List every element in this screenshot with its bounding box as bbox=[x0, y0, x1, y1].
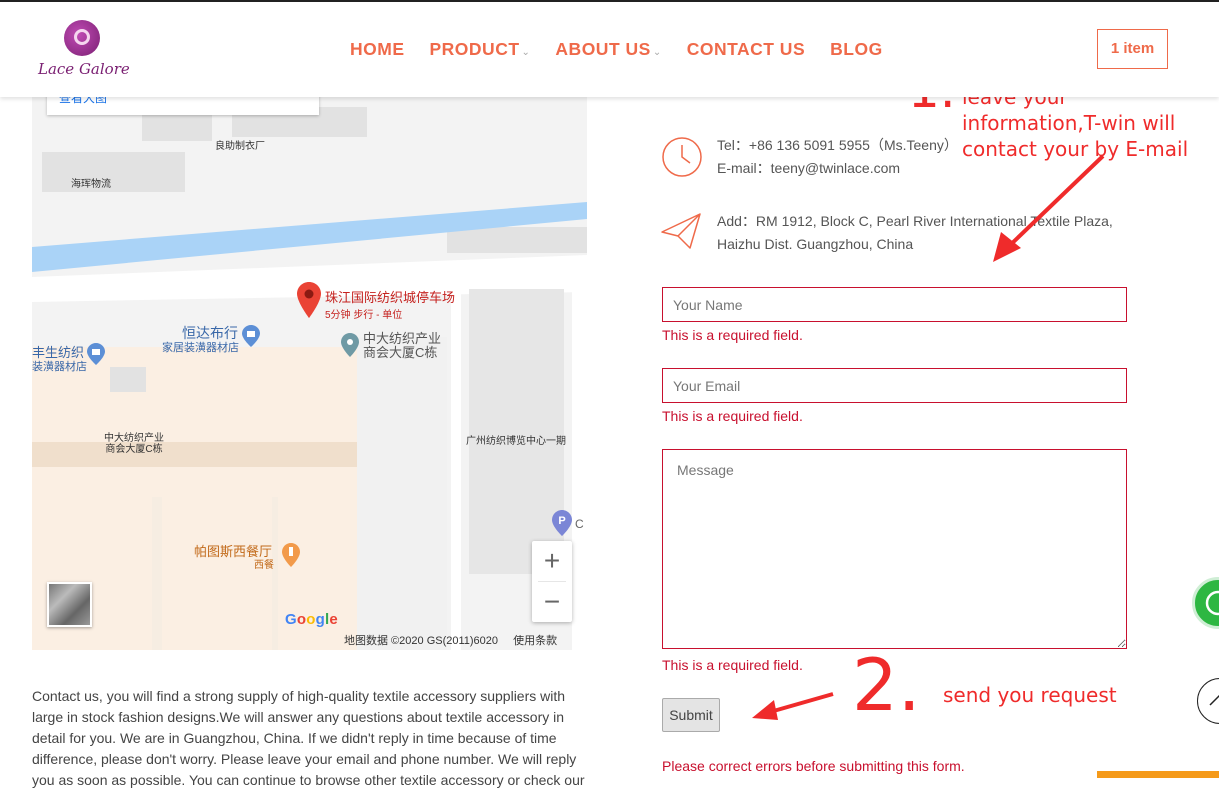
map-poi-zhongda[interactable]: 中大纺织产业 商会大厦C栋 bbox=[363, 332, 441, 360]
building-pin-icon bbox=[341, 333, 359, 357]
message-error: This is a required field. bbox=[662, 657, 803, 673]
paper-plane-icon bbox=[661, 213, 701, 249]
nav-contact-label: CONTACT US bbox=[686, 39, 806, 59]
nav-home-label: HOME bbox=[350, 39, 405, 59]
contact-tel-email: Tel：+86 136 5091 5955（Ms.Teeny） E-mail：t… bbox=[717, 134, 958, 180]
message-field[interactable] bbox=[662, 449, 1127, 649]
whatsapp-chat-button[interactable] bbox=[1192, 577, 1219, 629]
name-error: This is a required field. bbox=[662, 327, 803, 343]
form-error-message: Please correct errors before submitting … bbox=[662, 758, 965, 774]
contact-email[interactable]: E-mail：teeny@twinlace.com bbox=[717, 157, 958, 180]
annotation-arrow-1 bbox=[993, 154, 1105, 262]
map-label: 海珲物流 bbox=[71, 179, 111, 190]
nav-contact-us[interactable]: CONTACT US bbox=[687, 39, 805, 60]
map-street bbox=[152, 497, 162, 650]
nav-about-label: ABOUT US bbox=[555, 39, 651, 59]
nav-product-label: PRODUCT bbox=[429, 39, 520, 59]
map-road-band bbox=[32, 442, 359, 467]
rose-logo-icon bbox=[64, 20, 100, 56]
nav-blog[interactable]: BLOG bbox=[830, 39, 883, 60]
map-poi-parking[interactable]: 珠江国际纺织城停车场 5分钟 步行 - 单位 bbox=[325, 287, 455, 321]
submit-button[interactable]: Submit bbox=[662, 698, 720, 732]
map-embed[interactable]: 查看大图 良助制衣厂 海珲物流 珠江国际纺织城停车场 5分钟 步行 - 单位 恒… bbox=[32, 97, 587, 650]
annotation-arrow-2 bbox=[752, 692, 834, 720]
main-nav: HOME PRODUCT ⌄ ABOUT US ⌄ CONTACT US BLOG bbox=[350, 39, 908, 60]
map-label: C bbox=[575, 517, 584, 531]
nav-product[interactable]: PRODUCT ⌄ bbox=[430, 39, 531, 60]
poi-sublabel: 装潢器材店 bbox=[32, 361, 87, 373]
map-label: 广州纺织博览中心一期 bbox=[466, 436, 566, 447]
contact-intro-paragraph: Contact us, you will find a strong suppl… bbox=[32, 688, 585, 788]
map-terms-link[interactable]: 使用条款 bbox=[513, 635, 557, 647]
satellite-toggle-thumbnail[interactable] bbox=[47, 582, 92, 627]
poi-sublabel: 5分钟 步行 - 单位 bbox=[325, 310, 403, 321]
map-poi-left[interactable]: 丰生纺织 装潢器材店 bbox=[32, 346, 87, 374]
chevron-up-icon bbox=[1209, 694, 1219, 706]
poi-sublabel: 家居装潢器材店 bbox=[162, 342, 239, 354]
chat-widget-tab[interactable] bbox=[1097, 771, 1219, 778]
map-label: 良助制衣厂 bbox=[215, 141, 265, 152]
map-label-zhongda: 中大纺织产业 商会大厦C栋 bbox=[104, 433, 164, 455]
poi-label: 帕图斯西餐厅 bbox=[194, 544, 273, 559]
poi-label: 恒达布行 bbox=[182, 325, 238, 341]
name-field[interactable] bbox=[662, 287, 1127, 322]
site-header: Lace Galore HOME PRODUCT ⌄ ABOUT US ⌄ CONT… bbox=[0, 2, 1219, 97]
map-block bbox=[357, 337, 447, 650]
nav-about-us[interactable]: ABOUT US ⌄ bbox=[555, 39, 661, 60]
site-logo[interactable]: Lace Galore bbox=[38, 20, 130, 80]
chevron-down-icon: ⌄ bbox=[521, 47, 531, 58]
email-field[interactable] bbox=[662, 368, 1127, 403]
shopping-bag-icon bbox=[87, 343, 105, 365]
zoom-in-button[interactable]: + bbox=[532, 541, 572, 581]
map-street bbox=[272, 497, 278, 650]
contact-tel: Tel：+86 136 5091 5955（Ms.Teeny） bbox=[717, 137, 958, 153]
zoom-out-button[interactable]: − bbox=[532, 582, 572, 622]
poi-label: 中大纺织产业 bbox=[363, 331, 442, 346]
annotation-step2-text: send you request bbox=[943, 683, 1117, 707]
whatsapp-icon bbox=[1205, 590, 1219, 616]
view-larger-map-link[interactable]: 查看大图 bbox=[59, 97, 107, 106]
back-to-top-button[interactable] bbox=[1197, 678, 1219, 724]
email-error: This is a required field. bbox=[662, 408, 803, 424]
map-poi-hengda[interactable]: 恒达布行 家居装潢器材店 bbox=[162, 326, 239, 355]
map-label-line: 中大纺织产业 bbox=[104, 433, 164, 444]
map-poi-restaurant[interactable]: 帕图斯西餐厅 西餐 bbox=[194, 545, 274, 573]
annotation-step2-number: 2. bbox=[852, 643, 921, 727]
svg-text:P: P bbox=[558, 515, 565, 527]
chevron-down-icon: ⌄ bbox=[652, 47, 662, 58]
nav-blog-label: BLOG bbox=[830, 39, 883, 59]
map-attribution: 地图数据 ©2020 GS(2011)6020 使用条款 bbox=[344, 632, 569, 648]
google-logo: Google bbox=[285, 611, 338, 628]
map-label-line: 商会大厦C栋 bbox=[105, 444, 163, 455]
map-data-credit: 地图数据 ©2020 GS(2011)6020 bbox=[344, 635, 499, 647]
poi-label: 珠江国际纺织城停车场 bbox=[325, 290, 456, 305]
zoom-control: + − bbox=[532, 541, 572, 622]
poi-sublabel: 商会大厦C栋 bbox=[363, 345, 438, 360]
restaurant-pin-icon bbox=[282, 543, 300, 567]
poi-label: 丰生纺织 bbox=[32, 345, 85, 360]
map-building bbox=[110, 367, 146, 392]
cart-button[interactable]: 1 item bbox=[1097, 29, 1168, 69]
nav-home[interactable]: HOME bbox=[350, 39, 405, 60]
logo-text: Lace Galore bbox=[38, 60, 130, 78]
parking-pin-icon: P bbox=[552, 510, 572, 536]
shopping-bag-icon bbox=[242, 325, 260, 347]
view-larger-map-card[interactable]: 查看大图 bbox=[47, 97, 319, 115]
map-pin-icon[interactable] bbox=[297, 282, 321, 318]
clock-icon bbox=[662, 137, 702, 177]
poi-sublabel: 西餐 bbox=[254, 560, 274, 571]
